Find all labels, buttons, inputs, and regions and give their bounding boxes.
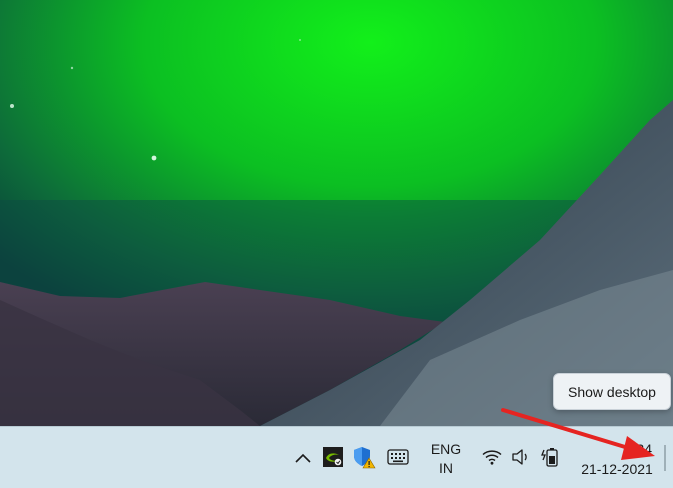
battery-charging-icon [541, 448, 558, 467]
taskbar: ENG IN 24 21-12-2021 [0, 426, 673, 488]
volume-icon [512, 449, 527, 465]
nvidia-tray-button[interactable] [322, 446, 344, 468]
windows-security-icon [354, 447, 376, 469]
nvidia-icon [323, 447, 343, 467]
language-region: IN [439, 460, 453, 476]
volume-button[interactable] [510, 446, 532, 468]
windows-security-button[interactable] [352, 445, 376, 469]
clock-date: 21-12-2021 [581, 461, 653, 477]
show-desktop-button[interactable] [664, 445, 666, 471]
clock-time: 24 [636, 441, 652, 457]
show-hidden-icons-button[interactable] [292, 447, 314, 469]
keyboard-icon [387, 449, 409, 465]
show-desktop-tooltip: Show desktop [553, 373, 671, 410]
battery-button[interactable] [540, 445, 562, 469]
chevron-up-icon [295, 453, 311, 463]
input-language-button[interactable]: ENG IN [424, 439, 468, 479]
network-button[interactable] [481, 446, 503, 468]
touch-keyboard-button[interactable] [386, 446, 410, 468]
desktop-wallpaper [0, 0, 673, 426]
wifi-icon [482, 450, 502, 465]
language-code: ENG [430, 441, 462, 457]
clock-button[interactable]: 24 21-12-2021 [578, 437, 656, 481]
tooltip-text: Show desktop [568, 383, 656, 400]
